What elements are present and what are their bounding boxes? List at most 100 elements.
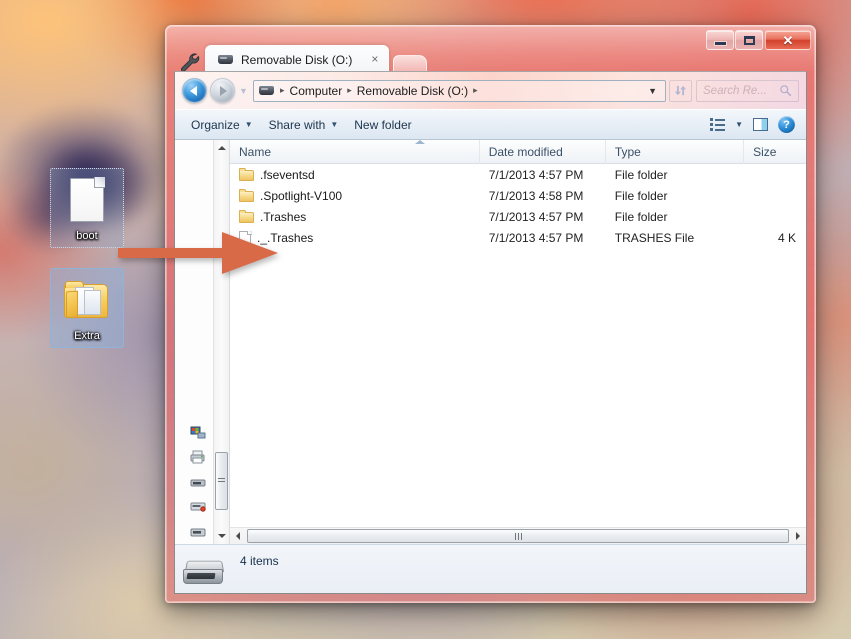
- disc-drive-icon: [189, 499, 207, 515]
- forward-arrow-icon: [220, 85, 227, 96]
- change-view-button[interactable]: [705, 115, 730, 134]
- scroll-left-button[interactable]: [230, 528, 246, 544]
- chevron-down-icon: [218, 534, 226, 538]
- scrollbar-grip: [218, 478, 225, 484]
- network-computer-icon: [189, 424, 207, 440]
- column-label: Date modified: [488, 144, 563, 159]
- chevron-down-icon[interactable]: ▼: [645, 86, 662, 96]
- folder-icon: [239, 168, 254, 181]
- change-view-dropdown[interactable]: ▼: [730, 117, 748, 132]
- address-bar-row: ▼ ▸ Computer ▸ Removable Disk (O:) ▸ ▼: [175, 72, 806, 109]
- navigation-pane[interactable]: [175, 140, 230, 544]
- explorer-window: ✕ Removable Disk (O:) × ▸ Computer ▸ Rem…: [165, 25, 816, 603]
- nav-item[interactable]: [175, 419, 211, 444]
- breadcrumb-separator: ▸: [473, 85, 478, 95]
- breadcrumb: ▸ Computer ▸ Removable Disk (O:) ▸: [278, 84, 645, 98]
- explorer-panes: Name Date modified Type Size .fseventsd …: [175, 139, 806, 544]
- file-type: TRASHES File: [614, 230, 695, 245]
- horizontal-scrollbar[interactable]: [230, 527, 806, 544]
- removable-drive-icon: [189, 524, 207, 540]
- forward-button[interactable]: [210, 78, 235, 103]
- breadcrumb-item-removable-disk[interactable]: Removable Disk (O:): [354, 84, 471, 98]
- desktop-icon-extra[interactable]: Extra: [50, 268, 124, 348]
- address-bar[interactable]: ▸ Computer ▸ Removable Disk (O:) ▸ ▼: [253, 79, 666, 102]
- close-button[interactable]: ✕: [765, 30, 811, 50]
- file-date-modified: 7/1/2013 4:57 PM: [488, 230, 584, 245]
- scroll-right-button[interactable]: [790, 528, 806, 544]
- preview-pane-button[interactable]: [748, 115, 773, 134]
- printer-icon: [189, 449, 207, 465]
- close-icon: ✕: [782, 32, 794, 48]
- file-date-modified: 7/1/2013 4:57 PM: [488, 167, 584, 182]
- maximize-button[interactable]: [735, 30, 763, 50]
- chevron-down-icon: ▼: [244, 120, 253, 129]
- removable-drive-icon: [259, 86, 274, 95]
- desktop: boot Extra ✕ Removable Disk (O:) × ▸ Com…: [0, 0, 851, 639]
- new-tab-button[interactable]: [393, 55, 428, 72]
- tab-removable-disk[interactable]: Removable Disk (O:) ×: [205, 45, 390, 73]
- desktop-icon-label: Extra: [74, 330, 100, 342]
- new-folder-button[interactable]: New folder: [346, 114, 419, 136]
- file-date-modified: 7/1/2013 4:58 PM: [488, 188, 584, 203]
- desktop-icon-label: boot: [76, 230, 98, 242]
- minimize-button[interactable]: [706, 30, 734, 50]
- scroll-up-button[interactable]: [214, 140, 229, 156]
- breadcrumb-separator: ▸: [347, 85, 352, 95]
- nav-item[interactable]: [175, 494, 211, 519]
- table-row[interactable]: .fseventsd 7/1/2013 4:57 PM File folder: [230, 164, 806, 185]
- nav-item[interactable]: [175, 469, 211, 494]
- sort-ascending-icon: [415, 140, 425, 144]
- window-controls: ✕: [705, 30, 811, 50]
- share-with-button[interactable]: Share with ▼: [261, 114, 347, 136]
- file-name: .Spotlight-V100: [260, 188, 343, 203]
- file-type: File folder: [614, 188, 668, 203]
- column-label: Name: [239, 144, 272, 159]
- tab-strip: Removable Disk (O:) ×: [205, 45, 428, 73]
- list-view-icon: [710, 118, 726, 131]
- tab-label: Removable Disk (O:): [241, 52, 353, 67]
- chevron-left-icon: [236, 532, 240, 540]
- scrollbar-thumb[interactable]: [247, 529, 789, 543]
- folder-icon: [53, 274, 121, 326]
- file-date-modified: 7/1/2013 4:57 PM: [488, 209, 584, 224]
- chevron-down-icon: ▼: [330, 120, 339, 129]
- maximize-icon: [743, 35, 755, 45]
- column-label: Type: [614, 144, 641, 159]
- preview-pane-icon: [753, 118, 768, 131]
- breadcrumb-item-computer[interactable]: Computer: [287, 84, 346, 98]
- file-name: ._.Trashes: [257, 230, 314, 245]
- scrollbar-thumb[interactable]: [215, 452, 228, 510]
- folder-icon: [239, 210, 254, 223]
- organize-button[interactable]: Organize ▼: [183, 114, 261, 136]
- chevron-down-icon: ▼: [735, 120, 743, 129]
- table-row[interactable]: ._.Trashes 7/1/2013 4:57 PM TRASHES File…: [230, 227, 806, 248]
- column-header-date-modified[interactable]: Date modified: [480, 139, 606, 164]
- explorer-client-area: ▼ ▸ Computer ▸ Removable Disk (O:) ▸ ▼: [174, 71, 807, 594]
- removable-drive-icon: [218, 55, 233, 64]
- file-icon: [53, 174, 121, 226]
- nav-item[interactable]: [175, 519, 211, 544]
- removable-drive-icon: [183, 560, 225, 586]
- column-header-name[interactable]: Name: [230, 139, 480, 164]
- nav-item[interactable]: [175, 444, 211, 469]
- scroll-down-button[interactable]: [214, 528, 229, 544]
- tab-close-icon[interactable]: ×: [371, 52, 378, 66]
- help-button[interactable]: ?: [773, 113, 800, 136]
- file-size: 4 K: [777, 230, 796, 245]
- removable-drive-icon: [189, 474, 207, 490]
- column-header-type[interactable]: Type: [606, 139, 745, 164]
- table-row[interactable]: .Spotlight-V100 7/1/2013 4:58 PM File fo…: [230, 185, 806, 206]
- chevron-right-icon: [796, 532, 800, 540]
- column-header-size[interactable]: Size: [744, 140, 806, 164]
- navigation-pane-scrollbar[interactable]: [213, 140, 229, 544]
- folder-icon: [239, 189, 254, 202]
- scrollbar-grip: [514, 532, 522, 540]
- file-type: File folder: [614, 209, 668, 224]
- status-bar: 4 items: [175, 544, 806, 593]
- back-button[interactable]: [182, 78, 207, 103]
- column-label: Size: [753, 144, 777, 159]
- navigation-pane-items: [175, 140, 213, 544]
- desktop-icon-boot[interactable]: boot: [50, 168, 124, 248]
- new-folder-label: New folder: [354, 117, 412, 132]
- table-row[interactable]: .Trashes 7/1/2013 4:57 PM File folder: [230, 206, 806, 227]
